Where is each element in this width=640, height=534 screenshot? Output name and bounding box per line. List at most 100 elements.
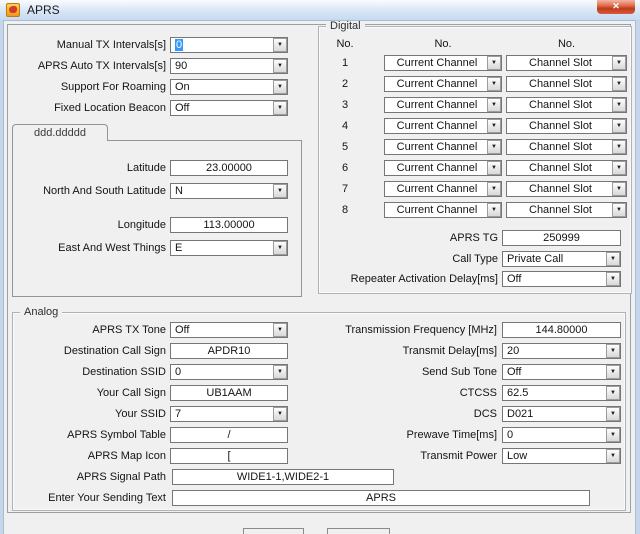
chevron-down-icon[interactable]: ▼	[612, 56, 626, 70]
chevron-down-icon[interactable]: ▼	[612, 182, 626, 196]
digital-slot-combo[interactable]: Channel Slot ▼	[506, 118, 627, 134]
aprs-auto-tx-intervals-combo[interactable]: 90 ▼	[170, 58, 288, 74]
chevron-down-icon[interactable]: ▼	[487, 161, 501, 175]
chevron-down-icon[interactable]: ▼	[606, 272, 620, 286]
ctcss-combo[interactable]: 62.5 ▼	[502, 385, 621, 401]
chevron-down-icon[interactable]: ▼	[606, 365, 620, 379]
fixed-location-beacon-combo[interactable]: Off ▼	[170, 100, 288, 116]
chevron-down-icon[interactable]: ▼	[606, 449, 620, 463]
ew-longitude-combo[interactable]: E ▼	[170, 240, 288, 256]
chevron-down-icon[interactable]: ▼	[273, 365, 287, 379]
chevron-down-icon[interactable]: ▼	[487, 119, 501, 133]
chevron-down-icon[interactable]: ▼	[273, 38, 287, 52]
bottom-button-1[interactable]	[243, 528, 304, 534]
chevron-down-icon[interactable]: ▼	[487, 203, 501, 217]
tab-ddd-ddddd[interactable]: ddd.ddddd	[12, 124, 108, 141]
send-sub-tone-combo[interactable]: Off ▼	[502, 364, 621, 380]
chevron-down-icon[interactable]: ▼	[612, 77, 626, 91]
sending-text-input[interactable]: APRS	[172, 490, 590, 506]
chevron-down-icon[interactable]: ▼	[606, 344, 620, 358]
digital-row-number: 7	[328, 181, 362, 197]
longitude-input[interactable]: 113.00000	[170, 217, 288, 233]
chevron-down-icon[interactable]: ▼	[273, 323, 287, 337]
digital-row-number: 5	[328, 139, 362, 155]
latitude-input[interactable]: 23.00000	[170, 160, 288, 176]
digital-slot-combo[interactable]: Channel Slot ▼	[506, 55, 627, 71]
digital-channel-combo[interactable]: Current Channel ▼	[384, 181, 502, 197]
digital-channel-combo[interactable]: Current Channel ▼	[384, 97, 502, 113]
chevron-down-icon[interactable]: ▼	[612, 203, 626, 217]
destination-call-sign-input[interactable]: APDR10	[170, 343, 288, 359]
chevron-down-icon[interactable]: ▼	[487, 56, 501, 70]
chevron-down-icon[interactable]: ▼	[612, 140, 626, 154]
field-label: Fixed Location Beacon	[10, 100, 166, 116]
chevron-down-icon[interactable]: ▼	[487, 140, 501, 154]
digital-channel-combo[interactable]: Current Channel ▼	[384, 118, 502, 134]
arrow-glyph: ▼	[491, 123, 497, 129]
digital-channel-combo[interactable]: Current Channel ▼	[384, 202, 502, 218]
destination-ssid-combo[interactable]: 0 ▼	[170, 364, 288, 380]
aprs-tg-input[interactable]: 250999	[502, 230, 621, 246]
ns-latitude-combo[interactable]: N ▼	[170, 183, 288, 199]
dcs-combo[interactable]: D021 ▼	[502, 406, 621, 422]
digital-channel-combo[interactable]: Current Channel ▼	[384, 76, 502, 92]
bottom-button-2[interactable]	[327, 528, 390, 534]
combo-value: On	[175, 80, 271, 94]
aprs-symbol-table-input[interactable]: /	[170, 427, 288, 443]
aprs-map-icon-input[interactable]: [	[170, 448, 288, 464]
digital-row-number: 2	[328, 76, 362, 92]
prewave-time-combo[interactable]: 0 ▼	[502, 427, 621, 443]
transmit-delay-combo[interactable]: 20 ▼	[502, 343, 621, 359]
chevron-down-icon[interactable]: ▼	[612, 119, 626, 133]
titlebar[interactable]: APRS ✕	[0, 0, 640, 21]
chevron-down-icon[interactable]: ▼	[273, 241, 287, 255]
arrow-glyph: ▼	[277, 188, 283, 194]
arrow-glyph: ▼	[610, 411, 616, 417]
arrow-glyph: ▼	[610, 348, 616, 354]
chevron-down-icon[interactable]: ▼	[273, 80, 287, 94]
aprs-dialog: APRS ✕ Manual TX Intervals[s] 0 ▼ APRS A…	[0, 0, 640, 534]
combo-value: 0	[507, 428, 604, 442]
transmission-frequency-input[interactable]: 144.80000	[502, 322, 621, 338]
chevron-down-icon[interactable]: ▼	[487, 182, 501, 196]
chevron-down-icon[interactable]: ▼	[273, 59, 287, 73]
aprs-tx-tone-combo[interactable]: Off ▼	[170, 322, 288, 338]
chevron-down-icon[interactable]: ▼	[612, 161, 626, 175]
repeater-activation-delay-combo[interactable]: Off ▼	[502, 271, 621, 287]
column-header: No.	[384, 36, 502, 52]
call-type-combo[interactable]: Private Call ▼	[502, 251, 621, 267]
aprs-signal-path-input[interactable]: WIDE1-1,WIDE2-1	[172, 469, 394, 485]
your-ssid-combo[interactable]: 7 ▼	[170, 406, 288, 422]
digital-slot-combo[interactable]: Channel Slot ▼	[506, 139, 627, 155]
chevron-down-icon[interactable]: ▼	[487, 98, 501, 112]
chevron-down-icon[interactable]: ▼	[487, 77, 501, 91]
transmit-power-combo[interactable]: Low ▼	[502, 448, 621, 464]
chevron-down-icon[interactable]: ▼	[612, 98, 626, 112]
digital-row-number: 8	[328, 202, 362, 218]
digital-channel-combo[interactable]: Current Channel ▼	[384, 160, 502, 176]
chevron-down-icon[interactable]: ▼	[273, 184, 287, 198]
digital-channel-combo[interactable]: Current Channel ▼	[384, 139, 502, 155]
close-button[interactable]: ✕	[597, 0, 635, 14]
digital-slot-combo[interactable]: Channel Slot ▼	[506, 97, 627, 113]
arrow-glyph: ▼	[610, 276, 616, 282]
support-for-roaming-combo[interactable]: On ▼	[170, 79, 288, 95]
digital-row-number: 4	[328, 118, 362, 134]
manual-tx-intervals-combo[interactable]: 0 ▼	[170, 37, 288, 53]
combo-value: Channel Slot	[511, 119, 610, 133]
digital-channel-combo[interactable]: Current Channel ▼	[384, 55, 502, 71]
chevron-down-icon[interactable]: ▼	[273, 101, 287, 115]
chevron-down-icon[interactable]: ▼	[606, 428, 620, 442]
digital-slot-combo[interactable]: Channel Slot ▼	[506, 202, 627, 218]
field-label: APRS Symbol Table	[10, 427, 166, 443]
combo-value: Current Channel	[389, 161, 485, 175]
chevron-down-icon[interactable]: ▼	[606, 252, 620, 266]
chevron-down-icon[interactable]: ▼	[606, 386, 620, 400]
digital-slot-combo[interactable]: Channel Slot ▼	[506, 160, 627, 176]
digital-slot-combo[interactable]: Channel Slot ▼	[506, 76, 627, 92]
combo-value: 90	[175, 59, 271, 73]
your-call-sign-input[interactable]: UB1AAM	[170, 385, 288, 401]
chevron-down-icon[interactable]: ▼	[606, 407, 620, 421]
digital-slot-combo[interactable]: Channel Slot ▼	[506, 181, 627, 197]
chevron-down-icon[interactable]: ▼	[273, 407, 287, 421]
